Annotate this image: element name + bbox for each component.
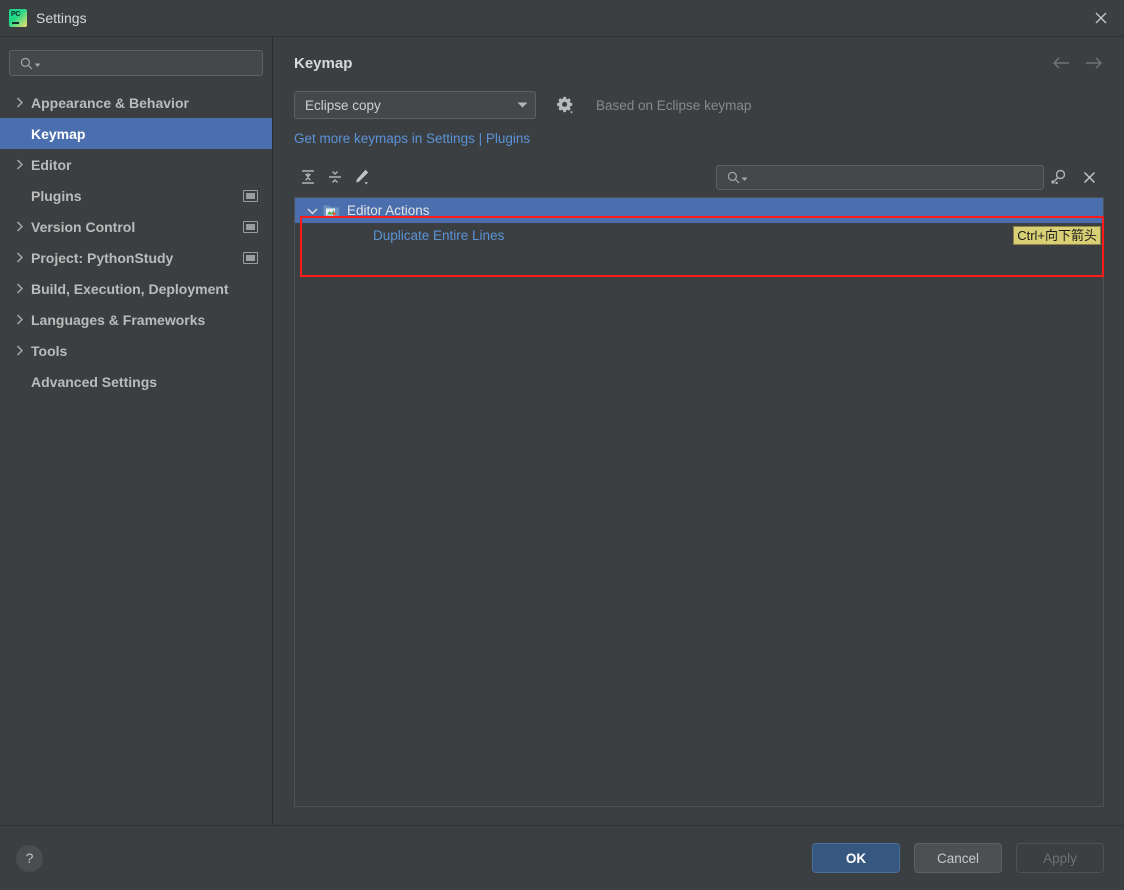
settings-dialog: PC Settings Appearance & Behavior Keymap… — [0, 0, 1124, 890]
chevron-right-icon — [16, 345, 31, 356]
ok-button[interactable]: OK — [812, 843, 900, 873]
chevron-right-icon — [16, 221, 31, 232]
panel-header: Keymap — [294, 37, 1104, 73]
sidebar-item-label: Build, Execution, Deployment — [31, 280, 229, 297]
sidebar-item-label: Keymap — [31, 125, 86, 142]
keymap-search-field[interactable] — [716, 164, 1044, 190]
arrow-left-icon[interactable] — [1051, 56, 1071, 73]
sidebar-item-build-execution-deployment[interactable]: Build, Execution, Deployment — [0, 273, 272, 304]
sidebar-item-keymap[interactable]: Keymap — [0, 118, 272, 149]
cancel-button[interactable]: Cancel — [914, 843, 1002, 873]
sidebar-item-languages-frameworks[interactable]: Languages & Frameworks — [0, 304, 272, 335]
history-navigation — [1051, 55, 1104, 73]
based-on-label: Based on Eclipse keymap — [596, 97, 752, 113]
search-icon — [727, 171, 748, 184]
sidebar-item-label: Languages & Frameworks — [31, 311, 206, 328]
sidebar-item-label: Version Control — [31, 218, 136, 235]
window-badge-icon — [243, 220, 258, 233]
keymap-panel: Keymap Eclipse copy Based on Eclipse key… — [273, 37, 1124, 825]
gear-icon[interactable] — [556, 96, 575, 115]
chevron-right-icon — [16, 97, 31, 108]
sidebar-item-label: Advanced Settings — [31, 373, 158, 390]
chevron-down-icon — [509, 101, 535, 109]
sidebar-item-label: Editor — [31, 156, 72, 173]
tree-row-label: Editor Actions — [347, 203, 430, 218]
search-icon — [20, 57, 41, 70]
keymap-select[interactable]: Eclipse copy — [294, 91, 536, 119]
sidebar-item-label: Plugins — [31, 187, 82, 204]
arrow-right-icon[interactable] — [1084, 56, 1104, 73]
find-by-shortcut-icon[interactable] — [1044, 165, 1074, 189]
tree-row-label: Duplicate Entire Lines — [373, 228, 505, 243]
shortcut-badge: Ctrl+向下箭头 — [1013, 226, 1101, 245]
chevron-down-icon[interactable] — [301, 207, 323, 215]
keymap-search-input[interactable] — [754, 168, 1037, 186]
sidebar-item-advanced-settings[interactable]: Advanced Settings — [0, 366, 272, 397]
chevron-right-icon — [16, 159, 31, 170]
close-icon[interactable] — [1078, 1, 1124, 36]
folder-actions-icon — [323, 203, 341, 218]
sidebar-item-label: Appearance & Behavior — [31, 94, 189, 111]
tree-row[interactable]: Duplicate Entire Lines Ctrl+向下箭头 — [295, 223, 1103, 248]
chevron-right-icon — [16, 283, 31, 294]
window-badge-icon — [243, 251, 258, 264]
sidebar-search-field[interactable] — [9, 50, 263, 76]
sidebar-item-label: Tools — [31, 342, 68, 359]
keymap-selector-row: Eclipse copy Based on Eclipse keymap — [294, 91, 1104, 119]
sidebar-item-tools[interactable]: Tools — [0, 335, 272, 366]
expand-all-icon[interactable] — [294, 165, 321, 189]
chevron-right-icon — [16, 252, 31, 263]
dialog-footer: ? OK Cancel Apply — [0, 826, 1124, 890]
clear-search-icon[interactable] — [1074, 165, 1104, 189]
get-more-keymaps-link[interactable]: Get more keymaps in Settings | Plugins — [294, 131, 1104, 146]
apply-button[interactable]: Apply — [1016, 843, 1104, 873]
collapse-all-icon[interactable] — [321, 165, 348, 189]
sidebar-item-label: Project: PythonStudy — [31, 249, 174, 266]
title-bar: PC Settings — [0, 0, 1124, 37]
sidebar-item-plugins[interactable]: Plugins — [0, 180, 272, 211]
pencil-edit-icon[interactable] — [348, 165, 375, 189]
keymap-tree[interactable]: Editor Actions Duplicate Entire Lines Ct… — [294, 197, 1104, 807]
sidebar-item-appearance-behavior[interactable]: Appearance & Behavior — [0, 87, 272, 118]
keymap-select-value: Eclipse copy — [305, 97, 381, 113]
settings-sidebar: Appearance & Behavior Keymap Editor Plug… — [0, 37, 273, 825]
page-title: Keymap — [294, 55, 353, 72]
sidebar-item-version-control[interactable]: Version Control — [0, 211, 272, 242]
chevron-right-icon — [16, 314, 31, 325]
sidebar-search-input[interactable] — [47, 54, 256, 72]
window-title: Settings — [36, 10, 87, 26]
window-badge-icon — [243, 189, 258, 202]
dialog-body: Appearance & Behavior Keymap Editor Plug… — [0, 37, 1124, 826]
tree-row[interactable]: Editor Actions — [295, 198, 1103, 223]
sidebar-item-project-pythonstudy[interactable]: Project: PythonStudy — [0, 242, 272, 273]
help-button[interactable]: ? — [16, 844, 43, 872]
keymap-toolbar — [294, 163, 1104, 191]
pycharm-icon: PC — [9, 9, 27, 27]
sidebar-item-editor[interactable]: Editor — [0, 149, 272, 180]
